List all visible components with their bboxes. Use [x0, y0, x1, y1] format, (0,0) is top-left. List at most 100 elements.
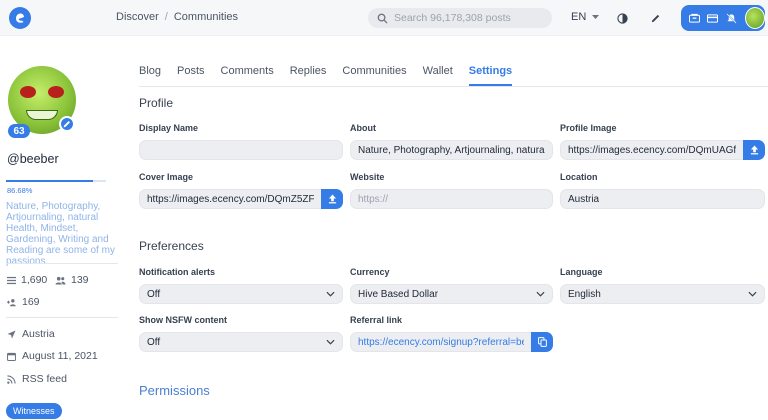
divider — [6, 263, 118, 264]
referral-link-value: https://ecency.com/signup?referral=beebe — [358, 336, 524, 348]
about-value: Nature, Photography, Artjournaling, natu… — [358, 144, 545, 156]
about-label: About — [350, 123, 376, 133]
avatar-eye-left — [20, 86, 36, 98]
theme-toggle-icon[interactable] — [615, 11, 629, 25]
following-count-value: 169 — [22, 296, 40, 308]
posts-count-value: 1,690 — [21, 274, 48, 286]
rss-icon — [7, 374, 16, 384]
cover-image-label: Cover Image — [139, 172, 194, 182]
posts-count[interactable]: 1,690 — [7, 274, 47, 286]
copy-icon — [537, 337, 547, 347]
language-selector[interactable]: EN — [571, 11, 600, 23]
witnesses-button[interactable]: Witnesses — [6, 403, 62, 419]
cover-image-upload-button[interactable] — [321, 189, 343, 209]
chevron-down-icon — [748, 291, 757, 297]
divider — [6, 317, 118, 318]
language-value: English — [568, 288, 601, 300]
followers-icon — [55, 276, 66, 285]
profile-heading: Profile — [139, 96, 174, 110]
referral-link-label: Referral link — [350, 315, 403, 325]
notification-alerts-value: Off — [147, 288, 161, 300]
ecency-logo[interactable] — [9, 7, 31, 29]
profile-joined: August 11, 2021 — [7, 350, 98, 362]
tabs-divider — [139, 86, 768, 87]
search-box[interactable] — [368, 8, 552, 28]
nsfw-select[interactable]: Off — [139, 332, 343, 352]
following-count[interactable]: 169 — [7, 296, 40, 308]
rss-feed-link[interactable]: RSS feed — [7, 373, 67, 385]
voting-power-fill — [6, 180, 93, 182]
voting-power-bar — [6, 180, 106, 182]
pencil-icon — [63, 121, 70, 128]
currency-select[interactable]: Hive Based Dollar — [350, 284, 553, 304]
location-field[interactable]: Austria — [560, 189, 765, 209]
language-select[interactable]: English — [560, 284, 765, 304]
rss-feed-label: RSS feed — [22, 373, 67, 385]
upload-icon — [750, 145, 758, 155]
profile-image-value: https://images.ecency.com/DQmUAGfZX — [568, 144, 736, 156]
profile-location: Austria — [7, 328, 55, 340]
search-icon — [377, 13, 388, 24]
profile-username: @beeber — [7, 152, 59, 166]
avatar-eye-right — [48, 86, 64, 98]
location-value: Austria — [568, 193, 600, 205]
logo-icon — [16, 13, 24, 23]
user-toolbar — [681, 5, 765, 31]
chevron-down-icon — [536, 291, 545, 297]
calendar-icon — [7, 352, 16, 361]
breadcrumb-communities[interactable]: Communities — [174, 11, 238, 23]
top-bar: Discover / Communities EN — [0, 0, 768, 36]
chevron-down-icon — [326, 339, 335, 345]
notification-alerts-select[interactable]: Off — [139, 284, 343, 304]
tab-replies[interactable]: Replies — [290, 60, 327, 86]
website-label: Website — [350, 172, 385, 182]
reputation-badge: 63 — [8, 124, 30, 138]
cover-image-field[interactable]: https://images.ecency.com/DQmZ5ZFi7k2 — [139, 189, 322, 209]
preferences-heading: Preferences — [139, 239, 204, 253]
card-icon[interactable] — [707, 11, 720, 25]
tab-comments[interactable]: Comments — [221, 60, 274, 86]
tab-posts[interactable]: Posts — [177, 60, 205, 86]
profile-image-label: Profile Image — [560, 123, 617, 133]
language-label: EN — [571, 11, 587, 23]
nsfw-label: Show NSFW content — [139, 315, 227, 325]
profile-image-field[interactable]: https://images.ecency.com/DQmUAGfZX — [560, 140, 744, 160]
language-label: Language — [560, 267, 603, 277]
upload-icon — [328, 194, 336, 204]
notifications-muted-icon[interactable] — [725, 11, 738, 25]
followers-count[interactable]: 139 — [55, 274, 89, 286]
breadcrumb-discover[interactable]: Discover — [116, 11, 159, 23]
wallet-icon[interactable] — [688, 11, 701, 25]
website-field[interactable]: https:// — [350, 189, 553, 209]
currency-value: Hive Based Dollar — [358, 288, 439, 300]
location-label: Location — [560, 172, 598, 182]
caret-down-icon — [592, 14, 600, 19]
breadcrumb: Discover / Communities — [116, 11, 238, 23]
cover-image-value: https://images.ecency.com/DQmZ5ZFi7k2 — [147, 193, 314, 205]
location-arrow-icon — [7, 329, 16, 339]
tab-settings[interactable]: Settings — [468, 60, 513, 86]
tab-blog[interactable]: Blog — [139, 60, 161, 86]
profile-bio: Nature, Photography, Artjournaling, natu… — [6, 201, 115, 267]
display-name-field[interactable] — [139, 140, 343, 160]
profile-image-upload-button[interactable] — [743, 140, 765, 160]
tab-communities[interactable]: Communities — [342, 60, 406, 86]
copy-referral-button[interactable] — [531, 332, 553, 352]
tab-wallet[interactable]: Wallet — [423, 60, 453, 86]
permissions-heading[interactable]: Permissions — [139, 383, 210, 398]
voting-power-text: 86.68% — [7, 186, 33, 195]
about-field[interactable]: Nature, Photography, Artjournaling, natu… — [350, 140, 553, 160]
edit-avatar-button[interactable] — [59, 116, 75, 132]
referral-link-field[interactable]: https://ecency.com/signup?referral=beebe — [350, 332, 532, 352]
breadcrumb-separator: / — [164, 11, 168, 23]
user-avatar[interactable] — [744, 7, 765, 29]
currency-label: Currency — [350, 267, 390, 277]
search-input[interactable] — [394, 12, 544, 24]
write-post-icon[interactable] — [648, 11, 662, 25]
following-icon — [7, 298, 16, 306]
profile-joined-value: August 11, 2021 — [22, 350, 98, 362]
display-name-label: Display Name — [139, 123, 199, 133]
avatar-mouth — [26, 110, 58, 120]
list-icon — [7, 276, 16, 284]
profile-location-value: Austria — [22, 328, 55, 340]
